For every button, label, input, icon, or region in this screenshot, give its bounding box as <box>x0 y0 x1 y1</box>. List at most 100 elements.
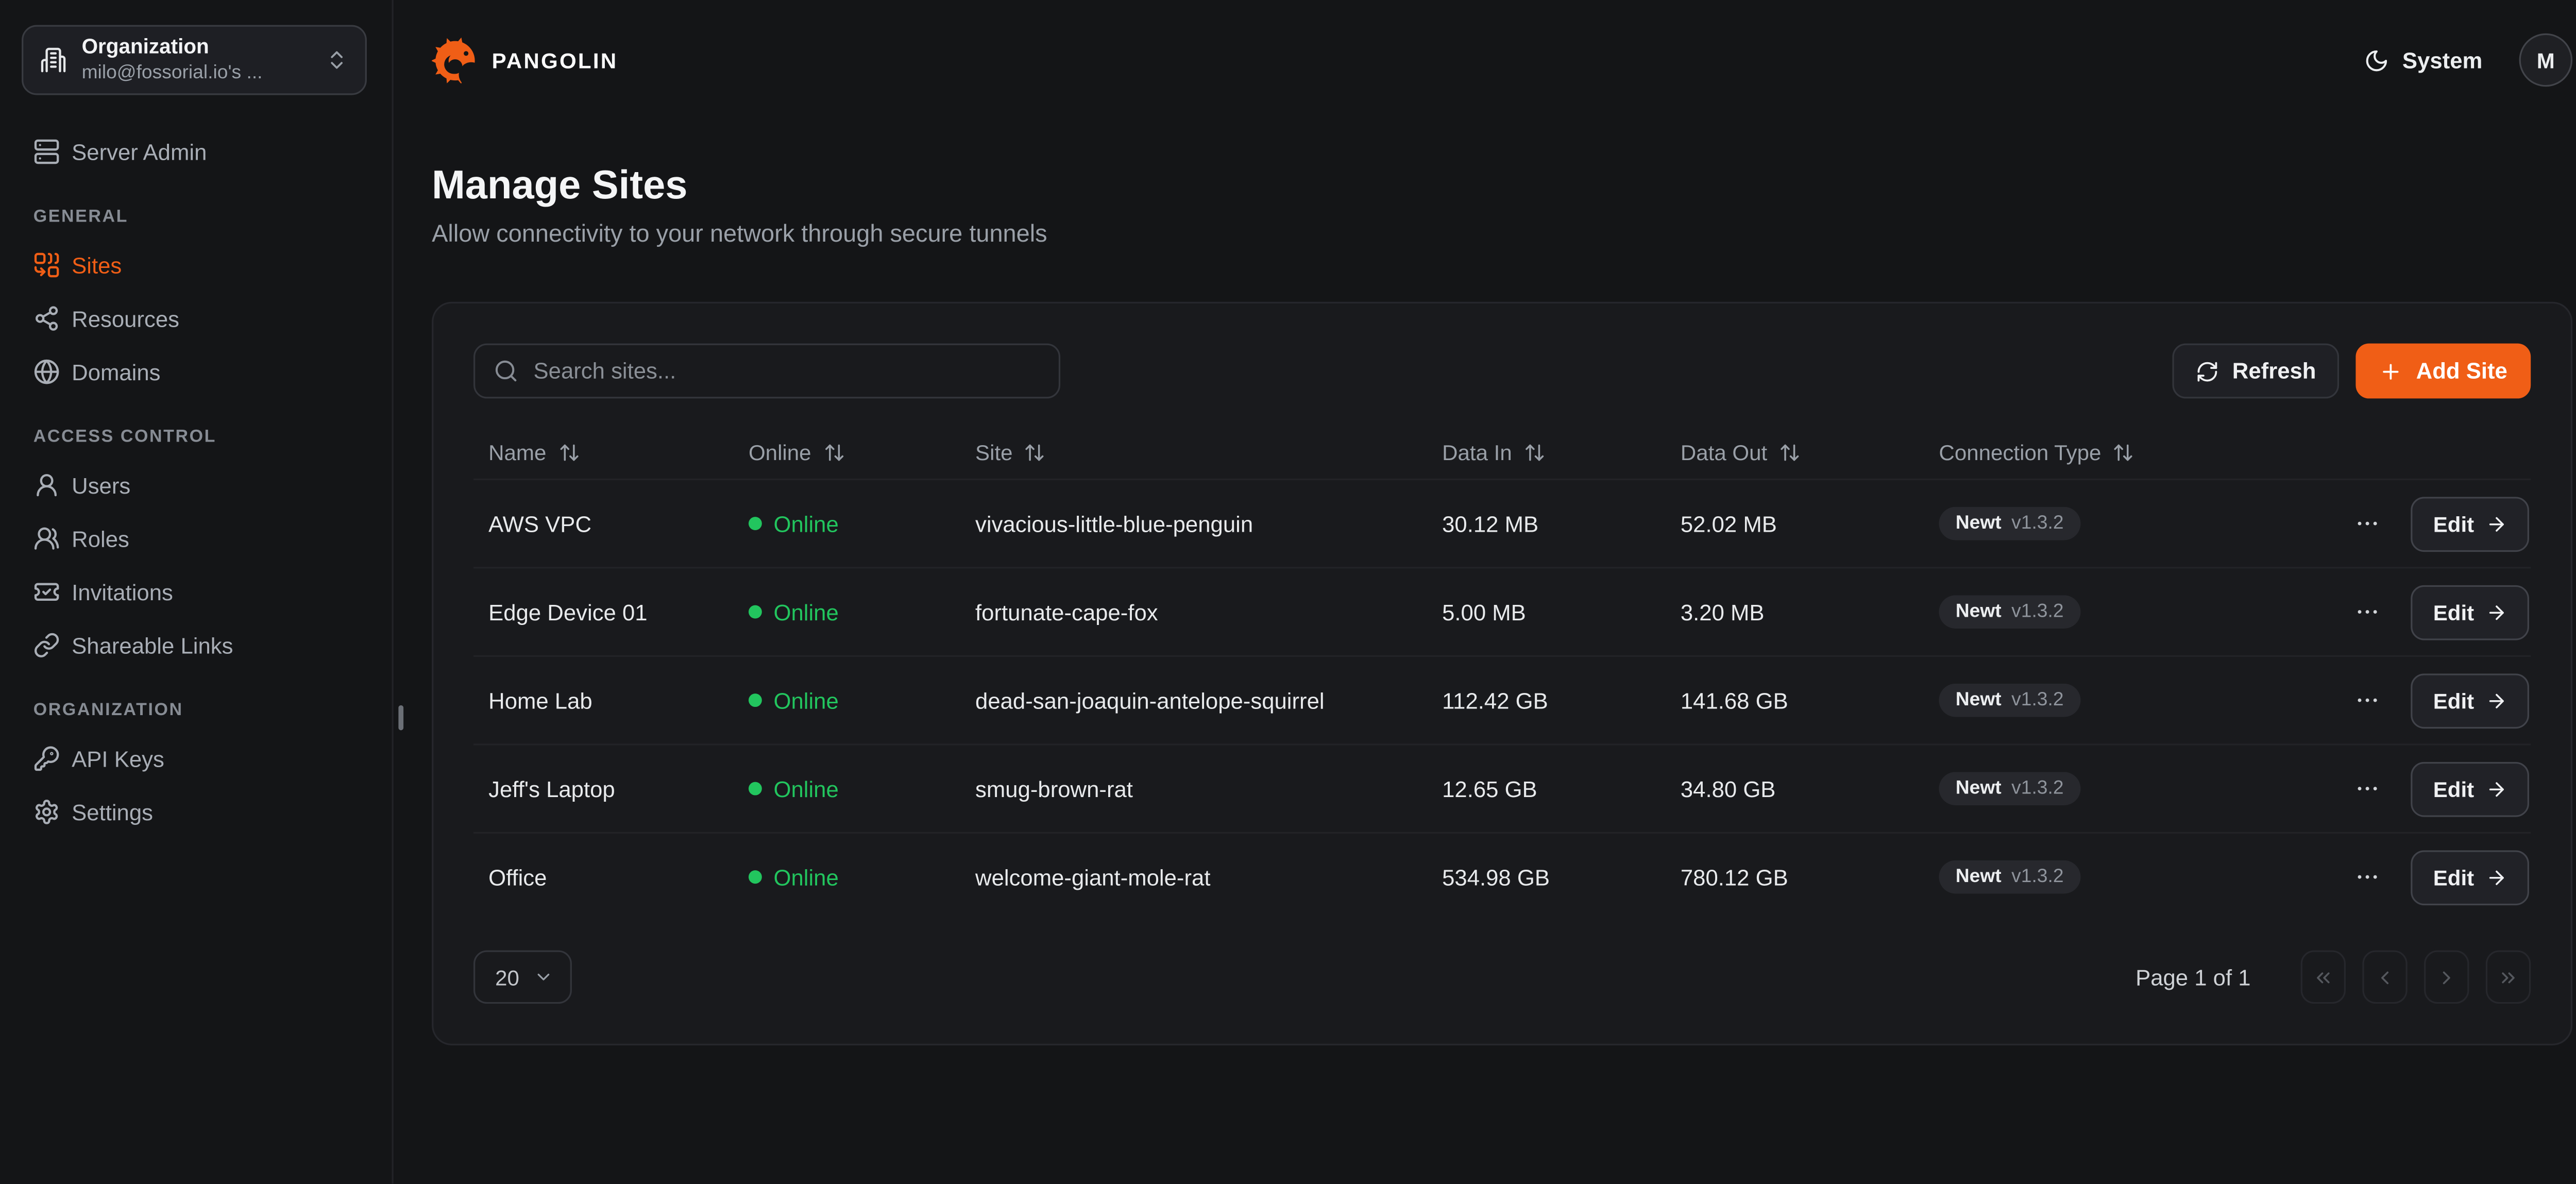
plus-icon <box>2379 359 2402 382</box>
org-value: milo@fossorial.io's ... <box>82 61 310 86</box>
data-in: 534.98 GB <box>1427 865 1666 890</box>
row-menu-button[interactable] <box>2348 857 2388 897</box>
sidebar-item-invitations[interactable]: Invitations <box>27 565 365 619</box>
column-header-data-out[interactable]: Data Out <box>1666 439 1924 465</box>
org-selector-text: Organization milo@fossorial.io's ... <box>82 35 310 85</box>
row-actions: Edit <box>2324 761 2531 816</box>
page-info: Page 1 of 1 <box>2136 965 2250 990</box>
sidebar-item-server-admin[interactable]: Server Admin <box>27 125 365 179</box>
row-actions: Edit <box>2324 850 2531 905</box>
sidebar-item-label: Roles <box>72 526 129 551</box>
edit-button[interactable]: Edit <box>2412 584 2529 639</box>
table-toolbar: Refresh Add Site <box>473 344 2531 399</box>
site-name: Edge Device 01 <box>473 599 734 624</box>
data-out: 3.20 MB <box>1666 599 1924 624</box>
site-name: Home Lab <box>473 688 734 713</box>
edit-button[interactable]: Edit <box>2412 761 2529 816</box>
connection-type: Newtv1.3.2 <box>1924 860 2324 894</box>
sidebar-section-access-control: ACCESS CONTROL <box>27 427 365 447</box>
page-subtitle: Allow connectivity to your network throu… <box>432 222 2572 248</box>
row-actions: Edit <box>2324 673 2531 728</box>
online-dot-icon <box>749 694 762 707</box>
column-header-site[interactable]: Site <box>960 439 1427 465</box>
column-header-connection-type[interactable]: Connection Type <box>1924 439 2324 465</box>
connection-badge: Newtv1.3.2 <box>1939 507 2080 540</box>
connection-type: Newtv1.3.2 <box>1924 595 2324 629</box>
next-page-button[interactable] <box>2424 951 2469 1004</box>
edit-button[interactable]: Edit <box>2412 673 2529 728</box>
chevron-right-icon <box>2436 966 2458 988</box>
column-header-name[interactable]: Name <box>473 439 734 465</box>
sidebar-item-api-keys[interactable]: API Keys <box>27 732 365 786</box>
sidebar-item-label: Users <box>72 472 130 498</box>
refresh-button[interactable]: Refresh <box>2172 344 2340 399</box>
row-menu-button[interactable] <box>2348 769 2388 809</box>
row-menu-button[interactable] <box>2348 680 2388 720</box>
resources-icon <box>33 305 60 332</box>
connection-badge: Newtv1.3.2 <box>1939 595 2080 629</box>
site-slug: welcome-giant-mole-rat <box>960 865 1427 890</box>
sidebar-item-domains[interactable]: Domains <box>27 345 365 399</box>
connection-type: Newtv1.3.2 <box>1924 772 2324 805</box>
add-site-button[interactable]: Add Site <box>2356 344 2531 399</box>
sidebar-item-users[interactable]: Users <box>27 459 365 512</box>
row-menu-button[interactable] <box>2348 503 2388 544</box>
sidebar-item-label: Shareable Links <box>72 633 233 658</box>
sidebar-section-general: GENERAL <box>27 207 365 227</box>
site-slug: fortunate-cape-fox <box>960 599 1427 624</box>
ticket-check-icon <box>33 579 60 605</box>
arrow-right-icon <box>2486 601 2507 623</box>
sort-icon <box>823 441 844 463</box>
chevrons-right-icon <box>2497 966 2519 988</box>
key-icon <box>33 745 60 772</box>
online-status: Online <box>734 511 960 536</box>
toolbar-buttons: Refresh Add Site <box>2172 344 2531 399</box>
sites-card: Refresh Add Site Name Online Site Data I… <box>432 302 2572 1045</box>
sidebar-resize-handle[interactable] <box>398 705 403 731</box>
column-header-online[interactable]: Online <box>734 439 960 465</box>
data-in: 112.42 GB <box>1427 688 1666 713</box>
sidebar-item-label: Sites <box>72 252 122 278</box>
sort-icon <box>1523 441 1545 463</box>
last-page-button[interactable] <box>2486 951 2531 1004</box>
globe-icon <box>33 359 60 385</box>
ellipsis-icon <box>2355 687 2382 714</box>
page-title: Manage Sites <box>432 163 2572 210</box>
row-menu-button[interactable] <box>2348 592 2388 632</box>
prev-page-button[interactable] <box>2362 951 2407 1004</box>
users-icon <box>33 525 60 552</box>
org-selector[interactable]: Organization milo@fossorial.io's ... <box>22 25 367 95</box>
main-area: PANGOLIN System M Manage Sites Allow con… <box>394 0 2576 1184</box>
gear-icon <box>33 799 60 825</box>
sidebar-item-shareable-links[interactable]: Shareable Links <box>27 619 365 672</box>
sidebar-item-roles[interactable]: Roles <box>27 512 365 565</box>
brand: PANGOLIN <box>432 37 618 83</box>
online-status: Online <box>734 776 960 801</box>
search-input[interactable] <box>534 359 1041 384</box>
chevron-down-icon <box>534 967 554 987</box>
theme-toggle[interactable]: System <box>2364 47 2483 73</box>
search-box[interactable] <box>473 344 1060 399</box>
table-row: Edge Device 01 Online fortunate-cape-fox… <box>473 567 2531 655</box>
avatar[interactable]: M <box>2519 33 2573 87</box>
column-header-data-in[interactable]: Data In <box>1427 439 1666 465</box>
brand-name: PANGOLIN <box>492 47 618 73</box>
sidebar-item-settings[interactable]: Settings <box>27 785 365 839</box>
site-slug: smug-brown-rat <box>960 776 1427 801</box>
arrow-right-icon <box>2486 866 2507 888</box>
pangolin-logo-icon <box>432 37 479 83</box>
sidebar-item-resources[interactable]: Resources <box>27 292 365 345</box>
sidebar-item-label: Resources <box>72 306 179 331</box>
sidebar-item-label: Settings <box>72 800 153 825</box>
row-actions: Edit <box>2324 584 2531 639</box>
chevron-left-icon <box>2374 966 2396 988</box>
chevrons-up-down-icon <box>325 48 348 72</box>
edit-button[interactable]: Edit <box>2412 496 2529 551</box>
sidebar-item-sites[interactable]: Sites <box>27 239 365 292</box>
page-size-select[interactable]: 20 <box>473 951 572 1004</box>
search-icon <box>494 359 519 384</box>
sites-table: Name Online Site Data In Data Out Connec… <box>473 425 2531 920</box>
data-out: 52.02 MB <box>1666 511 1924 536</box>
edit-button[interactable]: Edit <box>2412 850 2529 905</box>
first-page-button[interactable] <box>2301 951 2346 1004</box>
